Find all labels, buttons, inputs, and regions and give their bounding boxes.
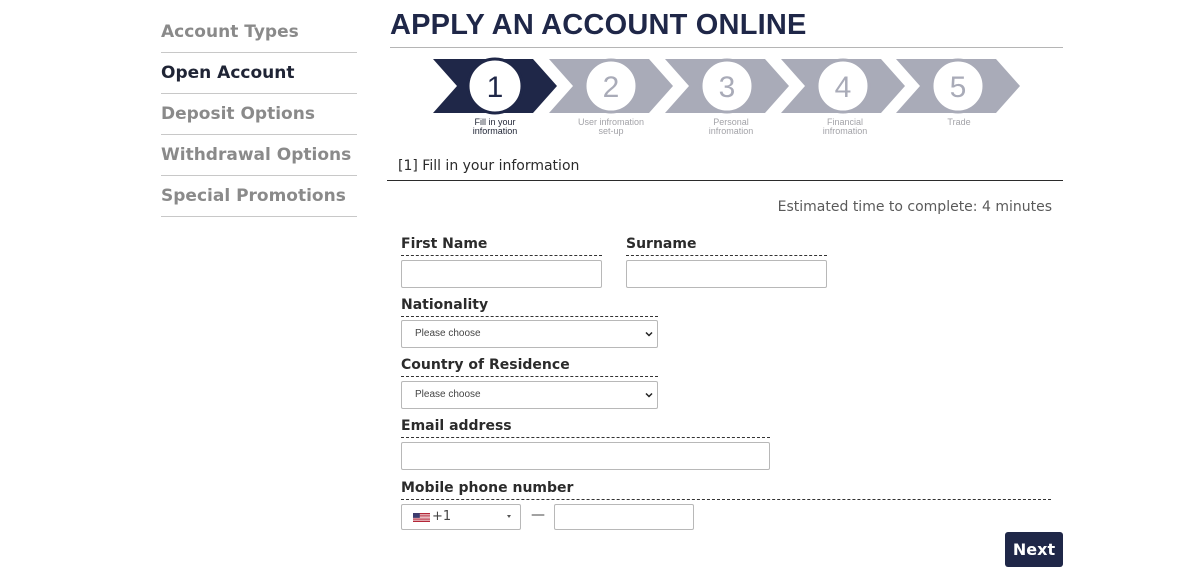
- country-code-select[interactable]: +1: [401, 504, 521, 530]
- nationality-label: Nationality: [401, 297, 658, 317]
- step-5-label: Trade: [914, 118, 1004, 127]
- chevron-down-icon: [645, 392, 653, 398]
- country-code-value: +1: [432, 509, 452, 524]
- sidebar-item-deposit-options[interactable]: Deposit Options: [161, 94, 357, 135]
- residence-label: Country of Residence: [401, 357, 658, 377]
- next-button[interactable]: Next: [1005, 532, 1063, 567]
- title-divider: [390, 47, 1063, 48]
- chevron-down-icon: [645, 331, 653, 337]
- step-chevrons: 1 2 3 4 5: [433, 57, 1020, 115]
- step-1-label-line2: information: [472, 126, 518, 136]
- surname-label: Surname: [626, 236, 827, 256]
- step-3-label: Personal infromation: [686, 118, 776, 136]
- step-progress: 1 2 3 4 5 Fill in your information User …: [433, 56, 1033, 146]
- sidebar-item-special-promotions[interactable]: Special Promotions: [161, 176, 357, 217]
- step-5-label-line1: Trade: [947, 117, 971, 127]
- section-title: [1] Fill in your information: [398, 158, 580, 174]
- nationality-selected-value: Please choose: [415, 328, 481, 339]
- sidebar: Account Types Open Account Deposit Optio…: [161, 12, 357, 217]
- email-label: Email address: [401, 418, 770, 438]
- phone-label: Mobile phone number: [401, 480, 1051, 500]
- first-name-input[interactable]: [401, 260, 602, 288]
- email-input[interactable]: [401, 442, 770, 470]
- estimated-time: Estimated time to complete: 4 minutes: [777, 199, 1052, 215]
- phone-number-input[interactable]: [554, 504, 694, 530]
- step-4-number: 4: [835, 71, 852, 104]
- caret-down-icon: [507, 515, 511, 518]
- step-2-label-line2: set-up: [598, 126, 624, 136]
- section-divider: [387, 180, 1063, 181]
- step-1-number: 1: [487, 71, 504, 104]
- sidebar-item-account-types[interactable]: Account Types: [161, 12, 357, 53]
- step-3-label-line2: infromation: [708, 126, 754, 136]
- residence-select[interactable]: Please choose: [401, 381, 658, 409]
- step-3-number: 3: [719, 71, 736, 104]
- sidebar-item-withdrawal-options[interactable]: Withdrawal Options: [161, 135, 357, 176]
- step-5-number: 5: [950, 71, 967, 104]
- step-4-label: Financial infromation: [800, 118, 890, 136]
- step-1-label: Fill in your information: [450, 118, 540, 136]
- sidebar-item-open-account[interactable]: Open Account: [161, 53, 357, 94]
- step-4-label-line2: infromation: [822, 126, 868, 136]
- residence-selected-value: Please choose: [415, 389, 481, 400]
- step-2-label: User infromation set-up: [566, 118, 656, 136]
- us-flag-icon: [413, 513, 430, 522]
- step-2-number: 2: [603, 71, 620, 104]
- surname-input[interactable]: [626, 260, 827, 288]
- nationality-select[interactable]: Please choose: [401, 320, 658, 348]
- phone-separator: —: [531, 507, 545, 523]
- page-title: APPLY AN ACCOUNT ONLINE: [390, 9, 807, 41]
- first-name-label: First Name: [401, 236, 602, 256]
